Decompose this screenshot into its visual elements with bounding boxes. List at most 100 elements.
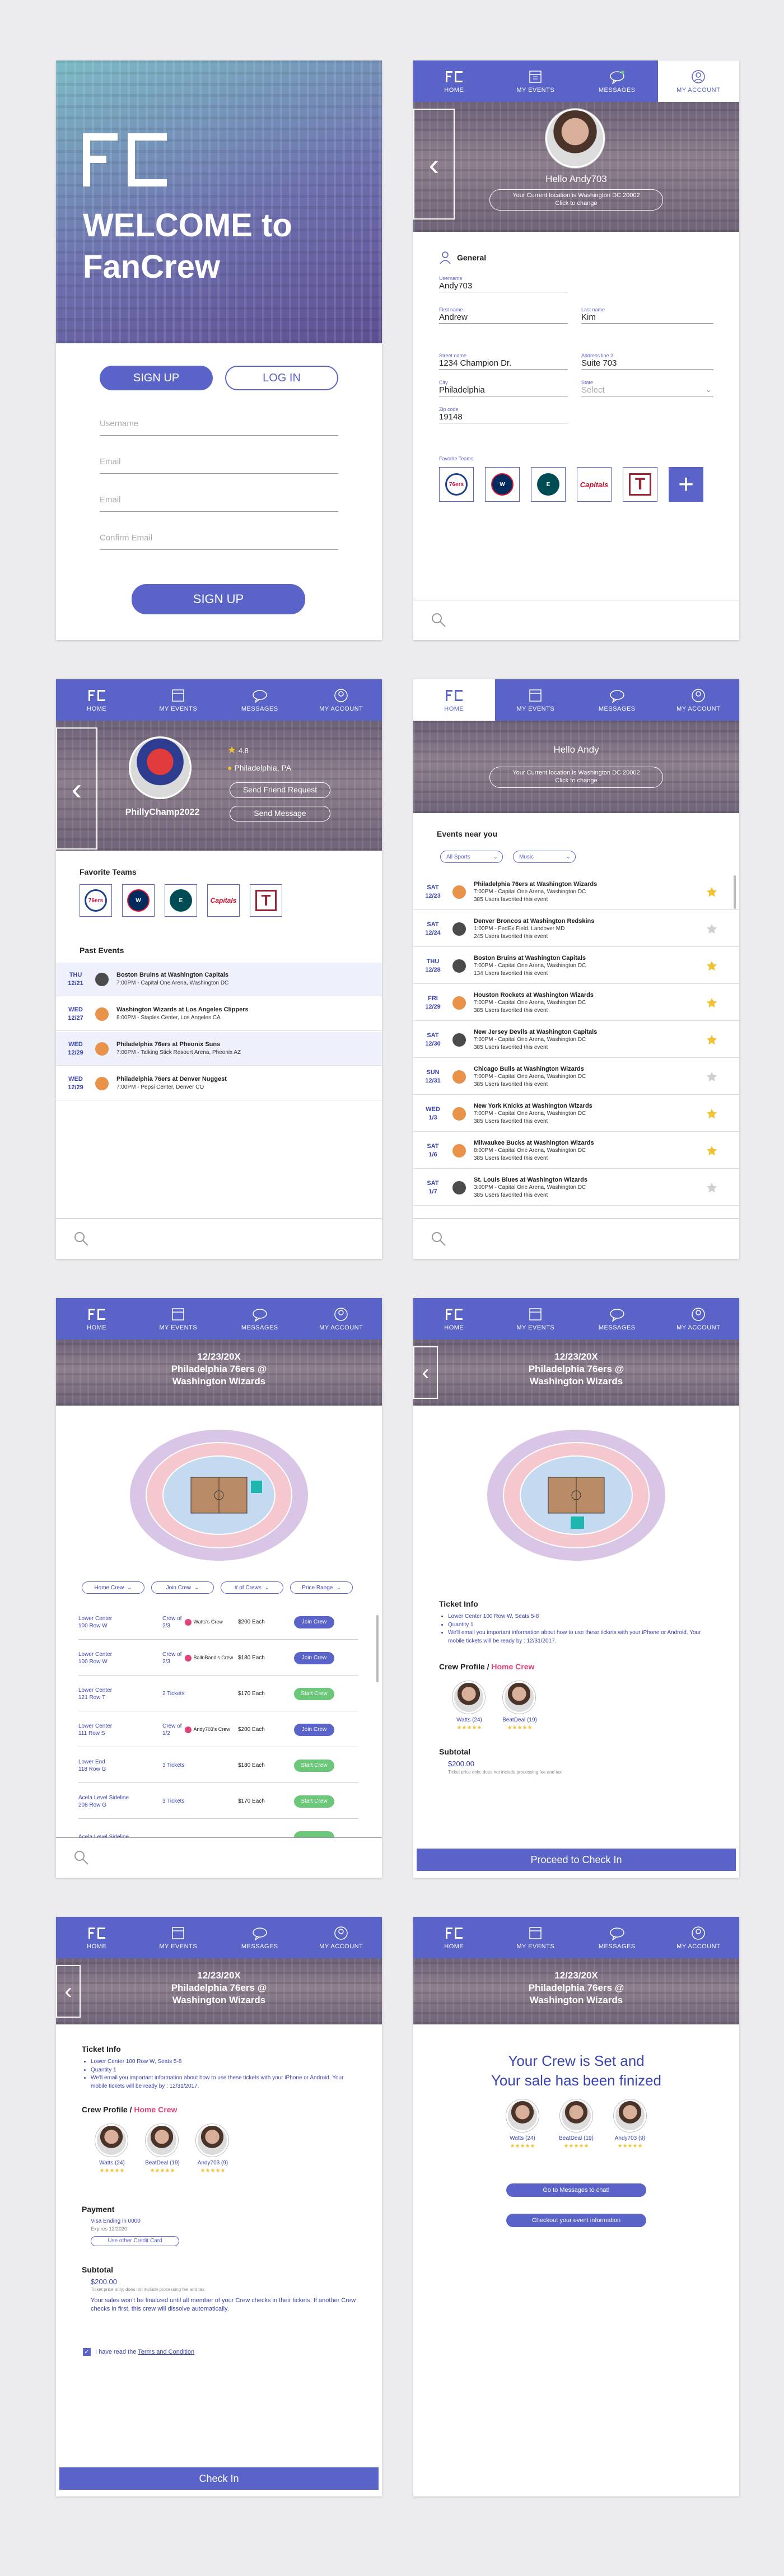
event-info-button[interactable]: Checkout your event information [506,2214,646,2227]
location-pill[interactable]: Your Current location is Washington DC 2… [489,767,663,788]
filter-dropdown[interactable]: Home Crew ⌄ [82,1581,144,1594]
nav-home[interactable]: HOME [56,679,138,721]
terms-checkbox[interactable]: ✓ [83,2348,91,2356]
nav-account[interactable]: MY ACCOUNT [658,1298,740,1340]
team-76ers[interactable]: 76ers [80,884,112,917]
crew-member-avatar[interactable] [95,2124,128,2157]
list-item[interactable]: SAT 12/23 Philadelphia 76ers at Washington… [413,874,739,910]
friend-request-button[interactable]: Send Friend Request [230,782,330,798]
join-crew-button[interactable]: Join Crew [294,1616,334,1628]
nav-events[interactable]: MY EVENTS [138,1298,220,1340]
nav-messages[interactable]: MESSAGES [576,679,658,721]
street-field[interactable]: Street name 1234 Champion Dr. [439,353,568,370]
nav-home[interactable]: HOME [56,1298,138,1340]
nav-events[interactable]: MY EVENTS [495,679,577,721]
location-pill[interactable]: Your Current location is Washington DC 2… [489,189,663,211]
favorite-star-icon[interactable] [706,1071,718,1083]
crew-member-avatar[interactable] [503,1681,535,1714]
favorite-star-icon[interactable] [706,997,718,1009]
nav-account[interactable]: MY ACCOUNT [301,1917,382,1958]
city-field[interactable]: City Philadelphia [439,380,568,396]
last-name-field[interactable]: Last name Kim [581,307,713,324]
crew-member-avatar[interactable] [196,2124,228,2157]
scrollbar[interactable] [734,875,736,909]
back-button[interactable]: ‹ [413,109,455,220]
confirm-email-input[interactable]: Confirm Email [100,533,338,550]
search-bar[interactable] [56,1837,382,1878]
nav-account[interactable]: MY ACCOUNT [301,679,382,721]
table-row[interactable]: Acela Level Sideline 208 Row G 3 Tickets $1… [78,1784,358,1819]
messages-chat-button[interactable]: Go to Messages to chat! [506,2183,646,2197]
signup-button[interactable]: SIGN UP [132,584,305,614]
nav-events[interactable]: MY EVENTS [495,1298,577,1340]
terms-link[interactable]: Terms and Condition [138,2349,194,2355]
checkin-button[interactable]: Check In [59,2467,379,2490]
username-input[interactable]: Username [100,419,338,436]
crew-member-avatar[interactable] [146,2124,178,2157]
list-item[interactable]: WED 1/3 New York Knicks at Washington Wiza… [413,1096,739,1132]
list-item[interactable]: SUN 12/31 Chicago Bulls at Washington Wiza… [413,1059,739,1095]
add-team-button[interactable]: + [669,467,703,502]
list-item[interactable]: WED 12/29 Philadelphia 76ers at Denver Nug… [56,1067,382,1100]
nav-account[interactable]: MY ACCOUNT [658,679,740,721]
nav-messages[interactable]: MESSAGES [576,1917,658,1958]
filter-dropdown[interactable]: # of Crews ⌄ [221,1581,283,1594]
join-crew-button[interactable]: Join Crew [294,1723,334,1736]
arena-seat-map[interactable] [127,1426,311,1565]
list-item[interactable]: THU 12/28 Boston Bruins at Washington Capi… [413,948,739,984]
favorite-star-icon[interactable] [706,960,718,972]
favorite-star-icon[interactable] [706,1034,718,1046]
list-item[interactable]: WED 12/29 Philadelphia 76ers at Pheonix Su… [56,1032,382,1066]
nav-home[interactable]: HOME [413,679,495,721]
search-bar[interactable] [56,1219,382,1259]
team-wizards[interactable]: W [122,884,155,917]
favorite-star-icon[interactable] [706,923,718,935]
list-item[interactable]: SAT 1/6 Milwaukee Bucks at Washington Wiza… [413,1133,739,1169]
nav-events[interactable]: MY EVENTS [138,1917,220,1958]
avatar[interactable] [545,109,605,168]
username-field[interactable]: Username Andy703 [439,276,568,292]
table-row[interactable]: Lower Center 100 Row W Crew of 2/3 BallnBand… [78,1641,358,1676]
proceed-checkin-button[interactable]: Proceed to Check In [417,1849,736,1871]
team-capitals[interactable]: Capitals [207,884,240,917]
nav-messages[interactable]: MESSAGES [219,1917,301,1958]
nav-messages[interactable]: MESSAGES [219,1298,301,1340]
first-name-field[interactable]: First name Andrew [439,307,568,324]
zip-field[interactable]: Zip code 19148 [439,407,568,423]
team-temple[interactable]: T [250,884,282,917]
nav-messages[interactable]: MESSAGES [576,1298,658,1340]
arena-seat-map[interactable] [484,1426,669,1565]
nav-home[interactable]: HOME [413,1917,495,1958]
filter-dropdown[interactable]: Join Crew ⌄ [151,1581,214,1594]
favorite-star-icon[interactable] [706,1182,718,1194]
favorite-star-icon[interactable] [706,1108,718,1120]
table-row[interactable]: Lower Center 121 Row T 2 Tickets $170 Each S… [78,1677,358,1711]
list-item[interactable]: THU 12/21 Boston Bruins at Washington Capi… [56,963,382,996]
crew-member-avatar[interactable] [506,2099,539,2132]
filter-sports[interactable]: All Sports ⌄ [440,851,503,863]
send-message-button[interactable]: Send Message [230,806,330,822]
filter-music[interactable]: Music ⌄ [513,851,576,863]
scrollbar[interactable] [376,1615,379,1682]
nav-home[interactable]: HOME [413,60,495,102]
nav-account[interactable]: MY ACCOUNT [657,60,739,102]
signup-tab[interactable]: SIGN UP [100,366,213,390]
list-item[interactable]: SAT 12/24 Denver Broncos at Washington Red… [413,911,739,947]
nav-events[interactable]: MY EVENTS [495,1917,577,1958]
crew-member-avatar[interactable] [560,2099,592,2132]
filter-dropdown[interactable]: Price Range ⌄ [290,1581,353,1594]
list-item[interactable]: FRI 12/29 Houston Rockets at Washington Wi… [413,985,739,1021]
search-bar[interactable] [413,600,739,640]
team-76ers[interactable]: 76ers [439,467,474,502]
favorite-star-icon[interactable] [706,1145,718,1157]
back-button[interactable]: ‹ [56,727,97,850]
state-select[interactable]: State Select ⌄ [581,380,713,396]
nav-messages[interactable]: MESSAGES [219,679,301,721]
team-eagles[interactable]: E [165,884,197,917]
nav-home[interactable]: HOME [56,1917,138,1958]
favorite-star-icon[interactable] [706,886,718,898]
table-row[interactable]: Lower Center 111 Row S Crew of 1/2 Andy703's… [78,1712,358,1747]
other-card-button[interactable]: Use other Credit Card [91,2236,179,2246]
list-item[interactable]: WED 12/27 Washington Wizards at Los Angele… [56,997,382,1031]
table-row[interactable]: Lower End 118 Row G 3 Tickets $180 Each Star… [78,1748,358,1783]
